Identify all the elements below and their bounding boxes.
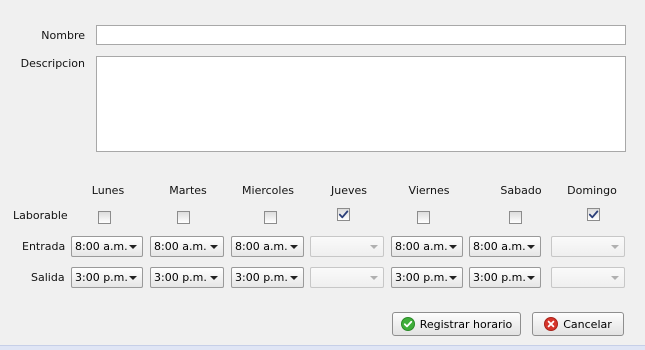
day-label-miercoles: Miercoles	[242, 184, 294, 197]
salida-select-viernes[interactable]: 3:00 p.m.	[391, 267, 463, 288]
day-label-jueves: Jueves	[331, 184, 367, 197]
day-label-viernes: Viernes	[408, 184, 450, 197]
entrada-select-sabado[interactable]: 8:00 a.m.	[469, 236, 541, 257]
entrada-select-martes[interactable]: 8:00 a.m.	[150, 236, 224, 257]
laborable-checkbox-domingo[interactable]	[587, 208, 600, 221]
chevron-down-icon	[370, 244, 378, 249]
chevron-down-icon	[129, 244, 137, 249]
chevron-down-icon	[370, 275, 378, 280]
salida-select-domingo[interactable]	[551, 267, 625, 288]
registrar-horario-button[interactable]: Registrar horario	[392, 312, 521, 336]
chevron-down-icon	[527, 244, 535, 249]
entrada-value-lunes: 8:00 a.m.	[75, 240, 128, 253]
salida-value-lunes: 3:00 p.m.	[75, 271, 128, 284]
check-circle-icon	[400, 317, 415, 331]
cancelar-button[interactable]: Cancelar	[532, 312, 624, 336]
entrada-value-sabado: 8:00 a.m.	[473, 240, 526, 253]
chevron-down-icon	[290, 275, 298, 280]
laborable-checkbox-jueves[interactable]	[337, 208, 350, 221]
registrar-horario-label: Registrar horario	[419, 317, 513, 331]
cancelar-label: Cancelar	[563, 317, 612, 331]
entrada-value-martes: 8:00 a.m.	[154, 240, 207, 253]
entrada-value-viernes: 8:00 a.m.	[395, 240, 448, 253]
check-icon	[588, 210, 599, 219]
chevron-down-icon	[527, 275, 535, 280]
day-label-martes: Martes	[169, 184, 207, 197]
entrada-select-lunes[interactable]: 8:00 a.m.	[71, 236, 143, 257]
nombre-field[interactable]	[96, 25, 626, 45]
x-circle-icon	[544, 317, 559, 331]
salida-select-martes[interactable]: 3:00 p.m.	[150, 267, 224, 288]
laborable-label: Laborable	[13, 209, 68, 222]
descripcion-field[interactable]	[96, 56, 626, 152]
laborable-checkbox-sabado[interactable]	[509, 211, 522, 224]
salida-value-miercoles: 3:00 p.m.	[235, 271, 288, 284]
chevron-down-icon	[449, 244, 457, 249]
salida-label: Salida	[31, 271, 65, 284]
entrada-select-miercoles[interactable]: 8:00 a.m.	[231, 236, 304, 257]
descripcion-label: Descripcion	[20, 57, 85, 70]
chevron-down-icon	[611, 244, 619, 249]
entrada-select-domingo[interactable]	[551, 236, 625, 257]
chevron-down-icon	[611, 275, 619, 280]
salida-select-miercoles[interactable]: 3:00 p.m.	[231, 267, 304, 288]
entrada-select-jueves[interactable]	[310, 236, 384, 257]
day-label-lunes: Lunes	[91, 184, 125, 197]
nombre-label: Nombre	[41, 29, 85, 42]
chevron-down-icon	[449, 275, 457, 280]
salida-value-sabado: 3:00 p.m.	[473, 271, 526, 284]
laborable-checkbox-miercoles[interactable]	[264, 211, 277, 224]
entrada-select-viernes[interactable]: 8:00 a.m.	[391, 236, 463, 257]
laborable-checkbox-lunes[interactable]	[98, 211, 111, 224]
salida-select-jueves[interactable]	[310, 267, 384, 288]
day-label-sabado: Sabado	[500, 184, 542, 197]
laborable-checkbox-viernes[interactable]	[417, 211, 430, 224]
laborable-checkbox-martes[interactable]	[177, 211, 190, 224]
salida-select-sabado[interactable]: 3:00 p.m.	[469, 267, 541, 288]
salida-select-lunes[interactable]: 3:00 p.m.	[71, 267, 143, 288]
chevron-down-icon	[290, 244, 298, 249]
salida-value-martes: 3:00 p.m.	[154, 271, 207, 284]
day-label-domingo: Domingo	[567, 184, 617, 197]
entrada-label: Entrada	[22, 240, 66, 253]
window-bottom-edge	[0, 345, 645, 350]
check-icon	[338, 210, 349, 219]
chevron-down-icon	[210, 275, 218, 280]
salida-value-viernes: 3:00 p.m.	[395, 271, 448, 284]
entrada-value-miercoles: 8:00 a.m.	[235, 240, 288, 253]
chevron-down-icon	[210, 244, 218, 249]
chevron-down-icon	[129, 275, 137, 280]
